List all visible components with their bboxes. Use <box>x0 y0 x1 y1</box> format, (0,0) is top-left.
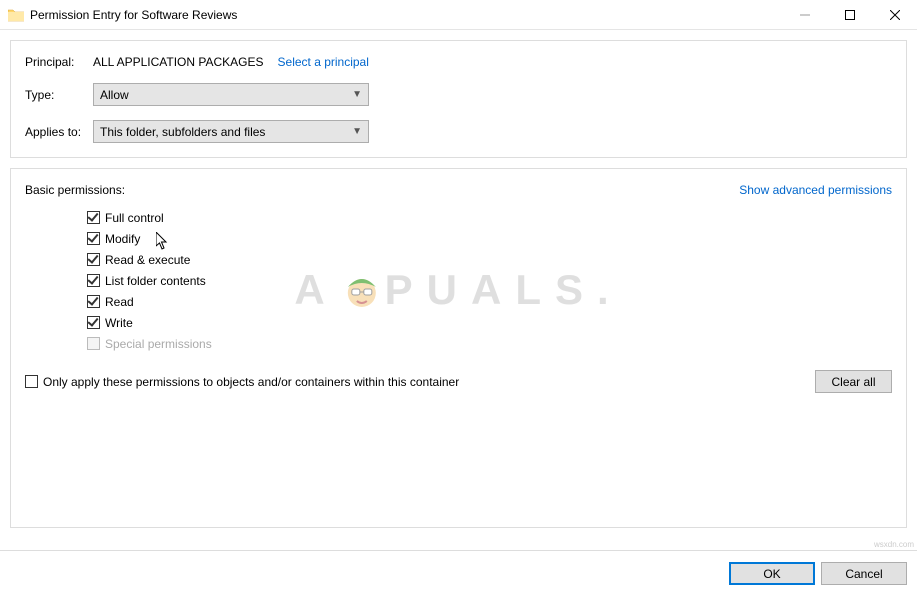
applies-select[interactable]: This folder, subfolders and files ▼ <box>93 120 369 143</box>
footer-buttons: OK Cancel <box>729 562 907 585</box>
perm-modify[interactable]: Modify <box>87 228 892 249</box>
perm-label: Full control <box>105 211 164 225</box>
checkbox-icon[interactable] <box>25 375 38 388</box>
perm-list-folder[interactable]: List folder contents <box>87 270 892 291</box>
checkbox-icon[interactable] <box>87 295 100 308</box>
only-apply-row[interactable]: Only apply these permissions to objects … <box>25 375 459 389</box>
checkbox-icon[interactable] <box>87 232 100 245</box>
type-label: Type: <box>25 88 93 102</box>
perm-label: Write <box>105 316 133 330</box>
perm-special: Special permissions <box>87 333 892 354</box>
perm-label: Read & execute <box>105 253 190 267</box>
clear-all-button[interactable]: Clear all <box>815 370 892 393</box>
corner-watermark: wsxdn.com <box>874 540 914 549</box>
permissions-panel: Basic permissions: Show advanced permiss… <box>10 168 907 528</box>
applies-select-value: This folder, subfolders and files <box>100 125 265 139</box>
perm-read[interactable]: Read <box>87 291 892 312</box>
perm-write[interactable]: Write <box>87 312 892 333</box>
perm-full-control[interactable]: Full control <box>87 207 892 228</box>
perm-label: Special permissions <box>105 337 212 351</box>
applies-row: Applies to: This folder, subfolders and … <box>25 120 892 143</box>
titlebar: Permission Entry for Software Reviews <box>0 0 917 30</box>
below-row: Only apply these permissions to objects … <box>25 370 892 393</box>
checkbox-icon[interactable] <box>87 253 100 266</box>
chevron-down-icon: ▼ <box>352 89 362 100</box>
perm-label: List folder contents <box>105 274 206 288</box>
show-advanced-link[interactable]: Show advanced permissions <box>739 183 892 197</box>
ok-button[interactable]: OK <box>729 562 815 585</box>
perm-label: Modify <box>105 232 140 246</box>
basic-permissions-title: Basic permissions: <box>25 183 125 197</box>
close-button[interactable] <box>872 0 917 30</box>
principal-label: Principal: <box>25 55 93 69</box>
select-principal-link[interactable]: Select a principal <box>278 55 369 69</box>
permissions-list: Full control Modify Read & execute List … <box>87 207 892 354</box>
checkbox-icon[interactable] <box>87 316 100 329</box>
perm-label: Read <box>105 295 134 309</box>
only-apply-label: Only apply these permissions to objects … <box>43 375 459 389</box>
type-row: Type: Allow ▼ <box>25 83 892 106</box>
header-panel: Principal: ALL APPLICATION PACKAGES Sele… <box>10 40 907 158</box>
checkbox-icon[interactable] <box>87 274 100 287</box>
applies-label: Applies to: <box>25 125 93 139</box>
type-select-value: Allow <box>100 88 129 102</box>
window-title: Permission Entry for Software Reviews <box>30 8 782 22</box>
type-select[interactable]: Allow ▼ <box>93 83 369 106</box>
permissions-header: Basic permissions: Show advanced permiss… <box>25 183 892 197</box>
perm-read-execute[interactable]: Read & execute <box>87 249 892 270</box>
chevron-down-icon: ▼ <box>352 126 362 137</box>
minimize-button[interactable] <box>782 0 827 30</box>
principal-row: Principal: ALL APPLICATION PACKAGES Sele… <box>25 55 892 69</box>
maximize-button[interactable] <box>827 0 872 30</box>
footer-separator <box>0 550 917 551</box>
window-buttons <box>782 0 917 29</box>
folder-icon <box>8 8 24 22</box>
principal-value: ALL APPLICATION PACKAGES <box>93 55 264 69</box>
content-area: Principal: ALL APPLICATION PACKAGES Sele… <box>0 30 917 528</box>
checkbox-icon <box>87 337 100 350</box>
cancel-button[interactable]: Cancel <box>821 562 907 585</box>
checkbox-icon[interactable] <box>87 211 100 224</box>
